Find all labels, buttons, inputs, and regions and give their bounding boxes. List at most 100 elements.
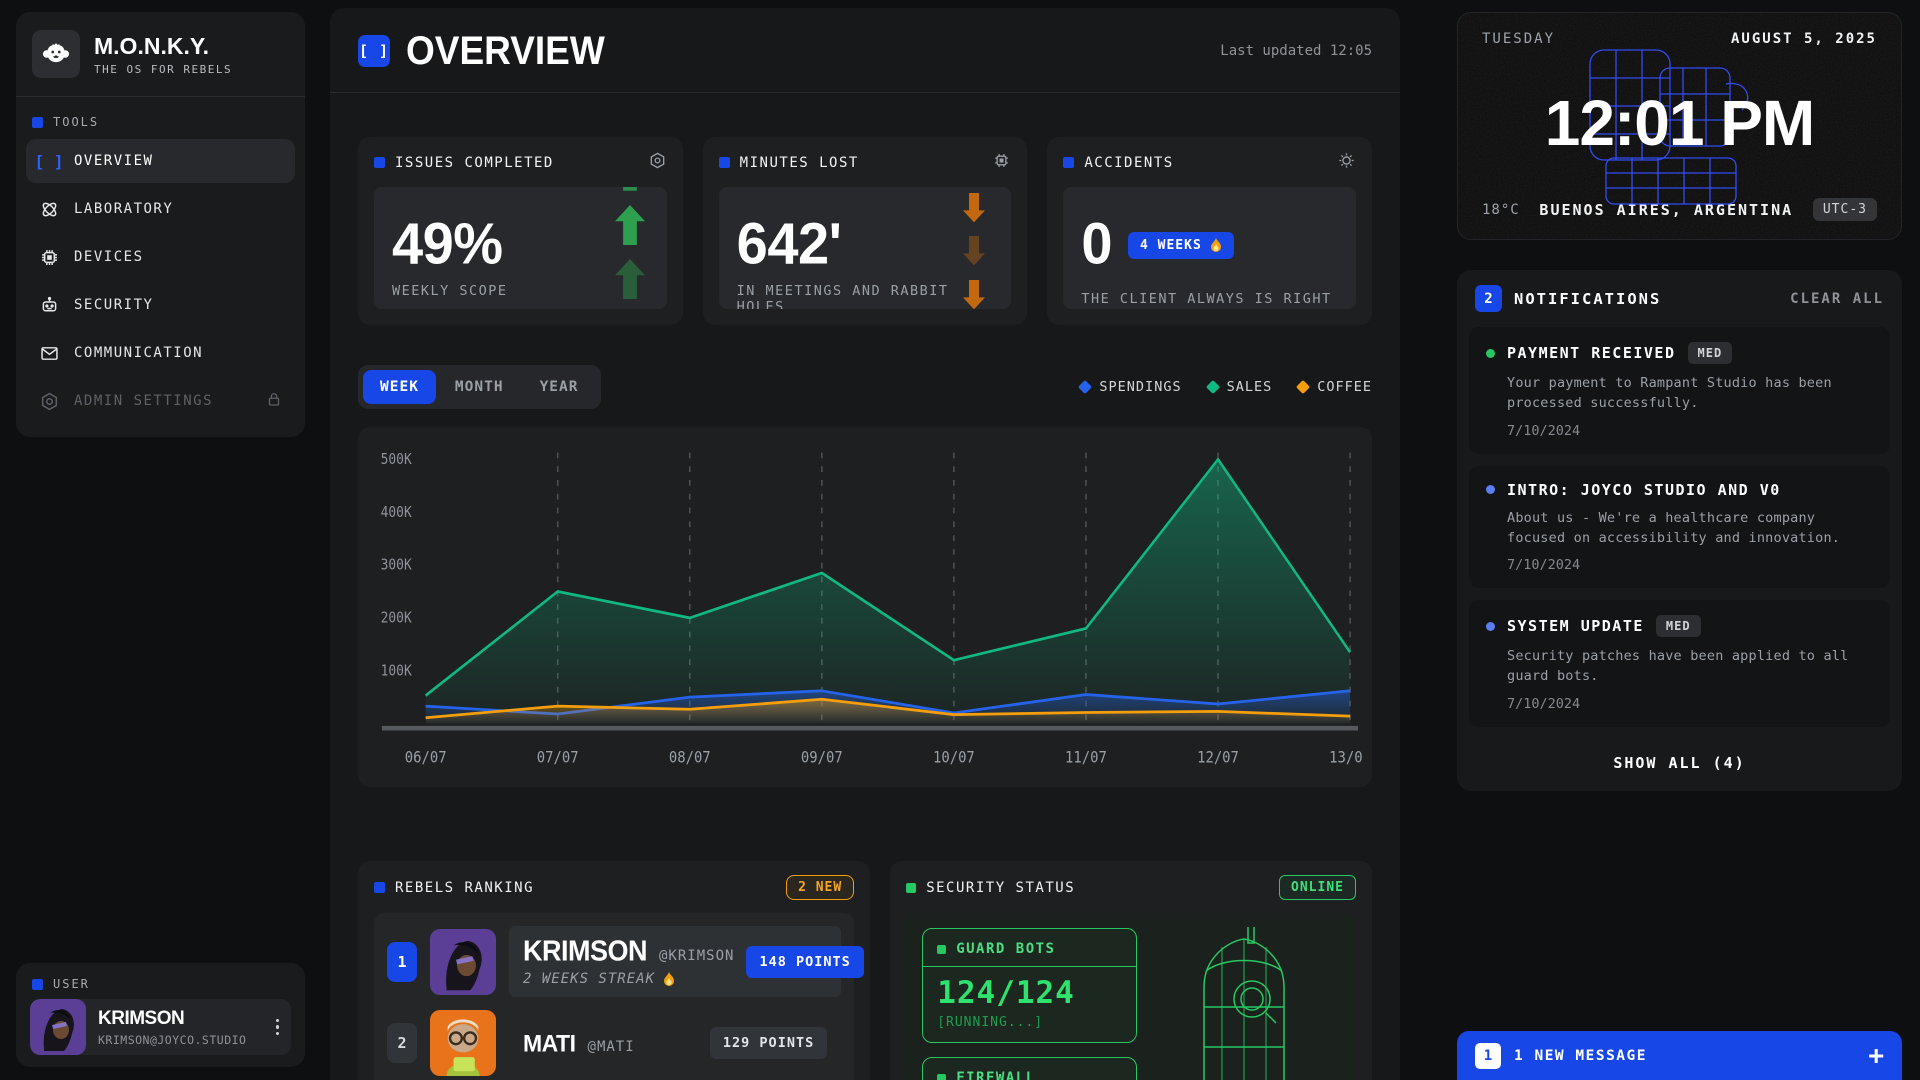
legend-label: SALES: [1227, 379, 1273, 395]
user-label-text: USER: [53, 977, 90, 991]
svg-text:11/07: 11/07: [1065, 748, 1107, 767]
status-dot-icon: [1486, 622, 1495, 631]
sidebar-item-admin-settings[interactable]: ADMIN SETTINGS: [26, 379, 295, 423]
firewall-box: FIREWALL: [922, 1057, 1137, 1080]
notification-intro-joyco[interactable]: INTRO: JOYCO STUDIO AND V0 About us - We…: [1469, 466, 1890, 589]
svg-text:08/07: 08/07: [669, 748, 711, 767]
svg-text:10/07: 10/07: [933, 748, 975, 767]
svg-text:07/07: 07/07: [537, 748, 579, 767]
sidebar-item-label: LABORATORY: [74, 201, 173, 217]
guard-bots-label: GUARD BOTS: [956, 941, 1055, 957]
stat-value-row: 0 4 WEEKS: [1081, 217, 1338, 273]
range-tabs: WEEK MONTH YEAR: [358, 365, 601, 409]
card-marker-icon: [1063, 157, 1074, 168]
svg-text:13/07: 13/07: [1329, 748, 1362, 767]
ranking-row-2[interactable]: 2: [387, 1010, 841, 1076]
monkey-icon: [41, 39, 71, 69]
security-status-card: SECURITY STATUS ONLINE GUARD BOTS 124/12…: [890, 861, 1372, 1080]
user-menu-dots-icon[interactable]: [264, 1019, 292, 1036]
message-count-badge: 1: [1475, 1043, 1501, 1069]
sidebar-item-overview[interactable]: [ ] OVERVIEW: [26, 139, 295, 183]
notification-body: Your payment to Rampant Studio has been …: [1507, 373, 1873, 414]
message-text: 1 NEW MESSAGE: [1514, 1048, 1647, 1064]
legend-item-sales[interactable]: SALES: [1208, 379, 1273, 395]
ranking-row-content: MATI @MATI 129 POINTS: [509, 1017, 841, 1069]
notifications-title: NOTIFICATIONS: [1514, 290, 1661, 308]
stat-header: ACCIDENTS: [1063, 151, 1356, 174]
last-updated: Last updated 12:05: [1220, 43, 1372, 59]
show-all-button[interactable]: SHOW ALL (4): [1457, 739, 1902, 789]
sidebar-item-security[interactable]: SECURITY: [26, 283, 295, 327]
new-message-bar[interactable]: 1 1 NEW MESSAGE +: [1457, 1031, 1902, 1080]
ranking-identity: KRIMSON @KRIMSON 2 WEEKS STREAK: [523, 936, 734, 987]
tab-year[interactable]: YEAR: [523, 370, 596, 404]
notification-count-badge: 2: [1475, 285, 1502, 312]
card-marker-icon: [374, 882, 385, 893]
security-header: SECURITY STATUS ONLINE: [906, 875, 1356, 900]
stat-title: MINUTES LOST: [740, 155, 859, 171]
rebel-handle: @MATI: [588, 1039, 635, 1055]
notifications-header: 2 NOTIFICATIONS CLEAR ALL: [1457, 270, 1902, 327]
card-marker-icon: [719, 157, 730, 168]
hex-gear-icon[interactable]: [648, 151, 667, 174]
sidebar-item-laboratory[interactable]: LABORATORY: [26, 187, 295, 231]
notification-payment-received[interactable]: PAYMENT RECEIVED MED Your payment to Ram…: [1469, 327, 1890, 454]
ranking-row-1[interactable]: 1 KRIMSON: [387, 926, 841, 997]
sidebar-item-label: DEVICES: [74, 249, 144, 265]
chart-legend: SPENDINGS SALES COFFEE: [1080, 379, 1372, 395]
sidebar-item-devices[interactable]: DEVICES: [26, 235, 295, 279]
stat-caption: THE CLIENT ALWAYS IS RIGHT: [1081, 291, 1338, 307]
fire-icon: [663, 972, 675, 987]
monkey-logo-icon: [32, 30, 80, 78]
stat-header: ISSUES COMPLETED: [374, 151, 667, 174]
tab-month[interactable]: MONTH: [438, 370, 521, 404]
legend-item-coffee[interactable]: COFFEE: [1298, 379, 1372, 395]
tools-section-label: TOOLS: [32, 115, 289, 129]
rank-badge: 2: [387, 1023, 417, 1063]
main-content: [ ] OVERVIEW Last updated 12:05 ISSUES C…: [330, 8, 1400, 1080]
card-marker-icon: [374, 157, 385, 168]
stats-row: ISSUES COMPLETED 49% WEEKLY SCOPE: [358, 137, 1372, 325]
svg-text:300K: 300K: [381, 557, 413, 574]
gear-icon: [38, 391, 60, 412]
user-card[interactable]: KRIMSON KRIMSON@JOYCO.STUDIO: [30, 999, 291, 1055]
notification-system-update[interactable]: SYSTEM UPDATE MED Security patches have …: [1469, 600, 1890, 727]
online-badge: ONLINE: [1279, 875, 1356, 900]
up-arrows-icon: [609, 187, 651, 309]
rebel-name: MATI: [523, 1029, 576, 1057]
status-dot-icon: [1486, 349, 1495, 358]
stat-value: 0: [1081, 214, 1112, 273]
status-dot-icon: [1486, 485, 1495, 494]
ranking-row-content: KRIMSON @KRIMSON 2 WEEKS STREAK: [509, 926, 841, 997]
green-marker-icon: [937, 945, 946, 954]
rebel-name: KRIMSON: [523, 935, 647, 968]
security-title: SECURITY STATUS: [926, 880, 1075, 896]
stat-body: 49% WEEKLY SCOPE: [374, 187, 667, 309]
chart-section: WEEK MONTH YEAR SPENDINGS SALES COFFEE: [358, 365, 1372, 787]
plus-icon[interactable]: +: [1868, 1043, 1884, 1069]
svg-text:500K: 500K: [381, 451, 413, 468]
section-marker-icon: [32, 979, 43, 990]
legend-item-spendings[interactable]: SPENDINGS: [1080, 379, 1181, 395]
avatar: [30, 999, 86, 1055]
stat-body: 0 4 WEEKS THE CLIENT ALWAYS IS RIGHT: [1063, 187, 1356, 309]
streak-badge-text: 4 WEEKS: [1140, 238, 1202, 253]
temperature: 18°C: [1482, 202, 1520, 218]
area-chart[interactable]: 100K200K300K400K500K06/0707/0708/0709/07…: [358, 427, 1372, 787]
rebel-streak: 2 WEEKS STREAK: [523, 971, 734, 987]
sun-gear-icon[interactable]: [1337, 151, 1356, 174]
sidebar-item-communication[interactable]: COMMUNICATION: [26, 331, 295, 375]
sidebar-item-label: COMMUNICATION: [74, 345, 203, 361]
tab-week[interactable]: WEEK: [363, 370, 436, 404]
points-badge: 129 POINTS: [710, 1027, 827, 1059]
svg-text:200K: 200K: [381, 610, 413, 627]
firewall-header: FIREWALL: [923, 1068, 1136, 1080]
page-header: [ ] OVERVIEW Last updated 12:05: [330, 8, 1400, 93]
svg-text:400K: 400K: [381, 504, 413, 521]
stat-card-accidents: ACCIDENTS 0 4 WEEKS: [1047, 137, 1372, 325]
chip-gear-icon[interactable]: [992, 151, 1011, 174]
chip-icon: [38, 247, 60, 268]
tools-label-text: TOOLS: [53, 115, 99, 129]
security-body: GUARD BOTS 124/124 [RUNNING...] FIREWALL: [906, 913, 1356, 1080]
clear-all-button[interactable]: CLEAR ALL: [1790, 291, 1884, 307]
